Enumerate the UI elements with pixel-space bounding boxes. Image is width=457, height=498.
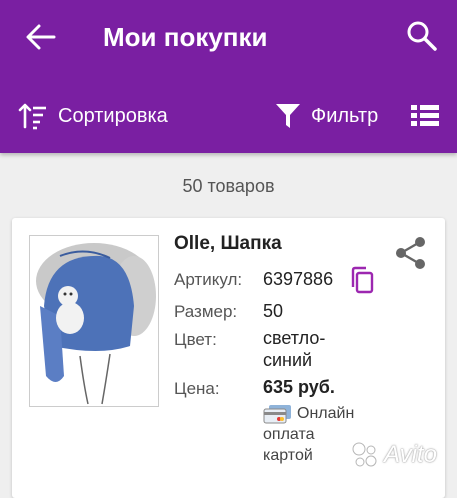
payment-line1: Онлайн	[297, 405, 355, 422]
sort-button[interactable]: Сортировка	[18, 100, 168, 132]
product-title[interactable]: Olle, Шапка	[174, 233, 282, 255]
sort-label: Сортировка	[58, 104, 168, 127]
size-label: Размер:	[174, 302, 238, 321]
copy-article-button[interactable]	[349, 266, 375, 294]
app-bar: Мои покупки Сортировка Фильтр	[0, 0, 457, 153]
arrow-back-icon	[26, 24, 56, 50]
sort-icon	[18, 103, 46, 130]
price-label: Цена:	[174, 379, 220, 398]
search-icon	[407, 21, 437, 51]
watermark-text: Avito	[384, 441, 437, 468]
back-button[interactable]	[22, 20, 58, 54]
results-count: 50 товаров	[182, 176, 275, 196]
size-value: 50	[263, 301, 284, 321]
filter-icon	[276, 104, 300, 128]
payment-info: Онлайн оплата картой	[263, 403, 354, 466]
avito-watermark: Avito	[350, 440, 437, 470]
product-image[interactable]	[29, 235, 159, 407]
share-button[interactable]	[394, 236, 428, 270]
share-icon	[396, 237, 425, 269]
article-value: 6397886	[263, 269, 334, 289]
list-view-button[interactable]	[410, 102, 440, 130]
color-value-line2: синий	[263, 350, 313, 370]
copy-icon	[351, 266, 374, 294]
payment-line2: оплата	[263, 426, 315, 443]
search-button[interactable]	[404, 18, 440, 54]
list-view-icon	[411, 105, 439, 126]
filter-label: Фильтр	[311, 104, 379, 127]
filter-button[interactable]: Фильтр	[275, 100, 378, 132]
price-value: 635 руб.	[263, 377, 335, 397]
page-title: Мои покупки	[103, 22, 268, 52]
payment-line3: картой	[263, 447, 313, 464]
credit-card-icon	[263, 404, 291, 423]
color-label: Цвет:	[174, 330, 217, 349]
article-label: Артикул:	[174, 270, 243, 289]
avito-logo-icon	[352, 442, 377, 467]
color-value-line1: светло-	[263, 328, 326, 348]
